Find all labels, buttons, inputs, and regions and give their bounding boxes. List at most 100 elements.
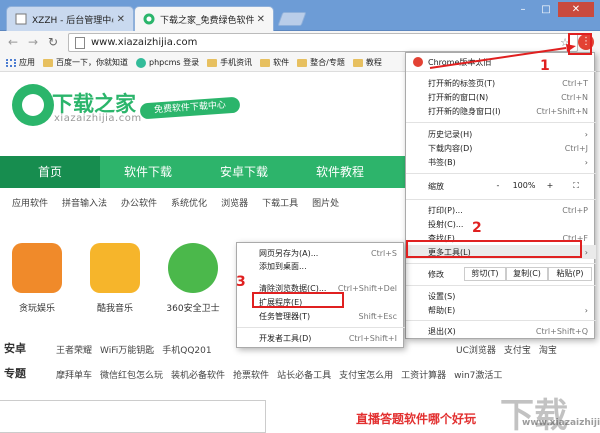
new-tab-item[interactable]: 打开新的标签页(T) Ctrl+T	[406, 76, 596, 90]
app-card[interactable]: 贪玩娱乐	[2, 243, 72, 314]
paste-button[interactable]: 粘贴(P)	[548, 267, 592, 281]
settings-item[interactable]: 设置(S)	[406, 289, 596, 303]
tab-xzzh[interactable]: XZZH - 后台管理中心 ✕	[6, 6, 134, 31]
zoom-out-button[interactable]: -	[488, 177, 508, 195]
link[interactable]: 淘宝	[539, 343, 557, 356]
bookmark-item[interactable]: 百度一下，你就知道	[43, 57, 128, 68]
url-text: www.xiazaizhijia.com	[91, 37, 198, 48]
divider	[237, 327, 405, 328]
app-card[interactable]: 360安全卫士	[158, 243, 228, 314]
link[interactable]: win7激活工	[454, 368, 502, 381]
apps-grid-icon	[6, 58, 16, 67]
step-2-label: 2	[472, 220, 482, 236]
incognito-item[interactable]: 打开新的隐身窗口(I) Ctrl+Shift+N	[406, 104, 596, 118]
zoom-level: 100%	[512, 181, 536, 190]
music-app-icon	[90, 243, 140, 293]
bookmarks-item[interactable]: 书签(B) ›	[406, 155, 596, 169]
link[interactable]: UC浏览器	[456, 343, 496, 356]
link[interactable]: 支付宝怎么用	[339, 368, 393, 381]
chevron-right-icon: ›	[584, 157, 588, 167]
downloads-item[interactable]: 下载内容(D) Ctrl+J	[406, 141, 596, 155]
new-window-item[interactable]: 打开新的窗口(N) Ctrl+N	[406, 90, 596, 104]
page-icon	[15, 13, 27, 25]
subnav-link[interactable]: 应用软件	[12, 196, 48, 209]
link[interactable]: WiFi万能钥匙	[100, 343, 154, 356]
divider	[406, 199, 596, 200]
link[interactable]: 支付宝	[504, 343, 531, 356]
link[interactable]: 站长必备工具	[277, 368, 331, 381]
nav-home[interactable]: 首页	[0, 156, 100, 188]
tab-title: 下载之家_免费绿色软件	[160, 15, 254, 26]
bookmark-apps[interactable]: 应用	[6, 57, 35, 68]
link[interactable]: 王者荣耀	[56, 343, 92, 356]
divider	[406, 285, 596, 286]
zoom-in-button[interactable]: +	[540, 177, 560, 195]
subnav-link[interactable]: 浏览器	[221, 196, 248, 209]
nav-software[interactable]: 软件下载	[100, 156, 196, 188]
folder-icon	[297, 58, 308, 67]
bookmark-item[interactable]: phpcms 登录	[136, 57, 199, 68]
link[interactable]: 摩拜单车	[56, 368, 92, 381]
site-favicon-icon	[143, 13, 155, 25]
link[interactable]: 工资计算器	[401, 368, 446, 381]
copy-button[interactable]: 复制(C)	[506, 267, 548, 281]
close-tab-icon[interactable]: ✕	[257, 14, 265, 25]
update-chrome-item[interactable]: Chrome版本太旧	[406, 55, 596, 69]
divider	[406, 122, 596, 123]
bookmark-item[interactable]: 软件	[260, 57, 289, 68]
link[interactable]: 装机必备软件	[171, 368, 225, 381]
page-info-icon[interactable]	[75, 36, 85, 49]
save-page-item[interactable]: 网页另存为(A)... Ctrl+S	[237, 247, 405, 260]
site-logo[interactable]: 下载之家 xiazaizhijia.com	[12, 84, 142, 130]
help-item[interactable]: 帮助(E) ›	[406, 303, 596, 317]
subnav-link[interactable]: 下载工具	[262, 196, 298, 209]
app-name: 贪玩娱乐	[18, 304, 55, 314]
link[interactable]: 手机QQ201	[162, 343, 211, 356]
subnav-link[interactable]: 系统优化	[171, 196, 207, 209]
fullscreen-icon[interactable]: ⛶	[566, 177, 586, 195]
reload-icon[interactable]: ↻	[46, 35, 60, 49]
new-tab-button[interactable]	[277, 12, 307, 26]
link[interactable]: 微信红包怎么玩	[100, 368, 163, 381]
app-name: 酷我音乐	[96, 304, 133, 314]
divider	[406, 173, 596, 174]
cut-button[interactable]: 剪切(T)	[464, 267, 506, 281]
add-to-desktop-item[interactable]: 添加到桌面...	[237, 260, 405, 273]
logo-domain: xiazaizhijia.com	[54, 113, 142, 124]
tab-xiazaizhijia[interactable]: 下载之家_免费绿色软件 ✕	[134, 6, 274, 31]
address-bar[interactable]: www.xiazaizhijia.com	[68, 33, 578, 52]
nav-android[interactable]: 安卓下载	[196, 156, 292, 188]
app-name: 360安全卫士	[166, 304, 220, 314]
maximize-icon[interactable]: □	[535, 2, 557, 17]
nav-tutorials[interactable]: 软件教程	[292, 156, 388, 188]
edit-label: 修改	[428, 270, 444, 279]
zoom-row: 缩放 - 100% + ⛶	[406, 177, 596, 195]
app-card[interactable]: 酷我音乐	[80, 243, 150, 314]
developer-tools-item[interactable]: 开发者工具(D) Ctrl+Shift+I	[237, 332, 405, 345]
phpcms-icon	[136, 57, 146, 68]
bookmark-item[interactable]: 教程	[352, 57, 382, 68]
close-tab-icon[interactable]: ✕	[117, 14, 125, 25]
bookmark-item[interactable]: 手机资讯	[207, 57, 252, 68]
minimize-icon[interactable]: –	[512, 2, 534, 17]
subnav-link[interactable]: 图片处	[312, 196, 339, 209]
link[interactable]: 抢票软件	[233, 368, 269, 381]
bookmark-item[interactable]: 整合/专题	[297, 57, 345, 68]
chevron-right-icon: ›	[584, 129, 588, 139]
main-nav: 首页 软件下载 安卓下载 软件教程	[0, 156, 408, 188]
highlight-more-tools	[406, 240, 582, 258]
back-icon[interactable]: ←	[6, 35, 20, 49]
exit-item[interactable]: 退出(X) Ctrl+Shift+Q	[406, 324, 596, 338]
subnav-link[interactable]: 办公软件	[121, 196, 157, 209]
task-manager-item[interactable]: 任务管理器(T) Shift+Esc	[237, 310, 405, 323]
window-controls: – □ ✕	[512, 2, 594, 17]
android-row-label: 安卓	[4, 342, 26, 355]
print-item[interactable]: 打印(P)... Ctrl+P	[406, 203, 596, 217]
cast-item[interactable]: 投射(C)...	[406, 217, 596, 231]
close-window-icon[interactable]: ✕	[558, 2, 594, 17]
history-item[interactable]: 历史记录(H) ›	[406, 127, 596, 141]
forward-icon[interactable]: →	[26, 35, 40, 49]
subnav-link[interactable]: 拼音输入法	[62, 196, 107, 209]
zoom-label: 缩放	[428, 181, 444, 191]
edit-row: 修改 剪切(T) 复制(C) 粘贴(P)	[406, 266, 596, 282]
